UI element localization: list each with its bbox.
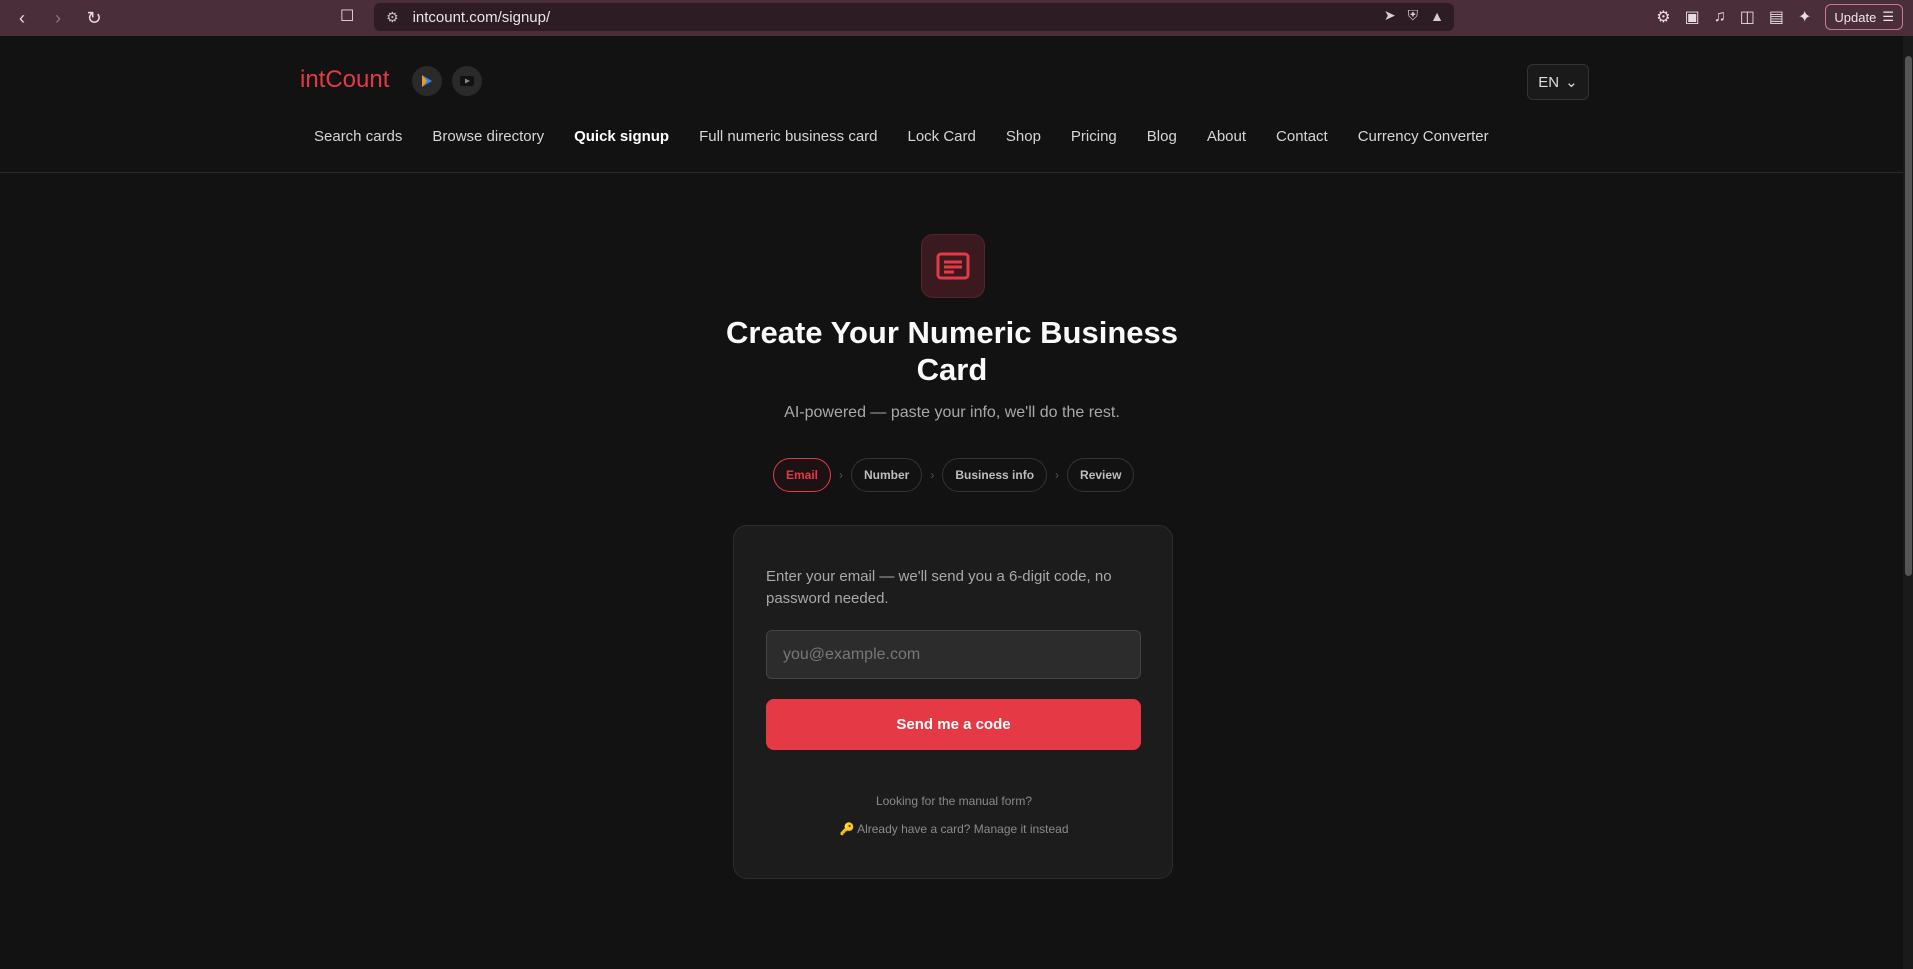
manual-form-link[interactable]: Looking for the manual form? xyxy=(734,794,1174,808)
leo-icon[interactable]: ✦ xyxy=(1798,7,1811,27)
wallet-icon[interactable]: ▤ xyxy=(1769,7,1784,27)
signup-steps: Email › Number › Business info › Review xyxy=(773,458,1135,492)
sidebar-icon[interactable]: ◫ xyxy=(1740,7,1755,27)
main-nav: Search cards Browse directory Quick sign… xyxy=(314,128,1489,145)
language-selector[interactable]: EN ⌄ xyxy=(1527,64,1589,100)
nav-blog[interactable]: Blog xyxy=(1147,128,1177,145)
scrollbar-thumb[interactable] xyxy=(1905,56,1912,576)
site-header: intCount EN ⌄ Search cards Browse direct… xyxy=(0,36,1913,173)
nav-browse-directory[interactable]: Browse directory xyxy=(432,128,544,145)
signup-card: Enter your email — we'll send you a 6-di… xyxy=(733,525,1173,879)
nav-quick-signup[interactable]: Quick signup xyxy=(574,128,669,145)
language-label: EN xyxy=(1538,73,1560,91)
screenshot-icon[interactable]: ▣ xyxy=(1685,7,1700,27)
step-email[interactable]: Email xyxy=(773,458,832,492)
rewards-icon[interactable]: ▲ xyxy=(1430,8,1444,24)
nav-about[interactable]: About xyxy=(1207,128,1246,145)
forward-icon[interactable]: › xyxy=(44,4,72,32)
email-input[interactable] xyxy=(766,630,1141,679)
nav-pricing[interactable]: Pricing xyxy=(1071,128,1117,145)
browser-toolbar: ‹ › ↻ ☐ ⚙ intcount.com/signup/ ➤ ⛨ ▲ ⚙ ▣… xyxy=(0,0,1913,36)
nav-contact[interactable]: Contact xyxy=(1276,128,1328,145)
play-store-icon[interactable] xyxy=(412,66,442,96)
nav-currency-converter[interactable]: Currency Converter xyxy=(1358,128,1489,145)
nav-full-card[interactable]: Full numeric business card xyxy=(699,128,877,145)
page-subtitle: AI-powered — paste your info, we'll do t… xyxy=(784,404,1120,421)
business-card-icon xyxy=(921,234,985,298)
send-icon[interactable]: ➤ xyxy=(1384,7,1396,24)
site-logo[interactable]: intCount xyxy=(300,66,389,94)
chevron-right-icon: › xyxy=(1055,468,1060,482)
chevron-right-icon: › xyxy=(839,468,844,482)
step-review[interactable]: Review xyxy=(1067,458,1135,492)
send-code-button[interactable]: Send me a code xyxy=(766,699,1141,750)
nav-shop[interactable]: Shop xyxy=(1006,128,1041,145)
scrollbar[interactable] xyxy=(1903,36,1913,969)
card-instructions: Enter your email — we'll send you a 6-di… xyxy=(766,568,1112,607)
address-bar[interactable]: ⚙ intcount.com/signup/ ➤ ⛨ ▲ xyxy=(374,3,1454,31)
back-icon[interactable]: ‹ xyxy=(8,4,36,32)
nav-lock-card[interactable]: Lock Card xyxy=(908,128,976,145)
extensions-icon[interactable]: ⚙ xyxy=(1656,7,1670,27)
site-info-icon[interactable]: ⚙ xyxy=(386,9,399,26)
media-icon[interactable]: ♫ xyxy=(1714,8,1726,26)
chevron-right-icon: › xyxy=(930,468,935,482)
page-title: Create Your Numeric Business Card xyxy=(726,315,1178,387)
brave-shield-icon[interactable]: ⛨ xyxy=(1408,7,1419,24)
manage-card-link[interactable]: 🔑 Already have a card? Manage it instead xyxy=(734,822,1174,836)
update-button[interactable]: Update ☰ xyxy=(1825,4,1903,30)
nav-search-cards[interactable]: Search cards xyxy=(314,128,402,145)
step-number[interactable]: Number xyxy=(851,458,923,492)
bookmark-icon[interactable]: ☐ xyxy=(340,6,354,26)
chevron-down-icon: ⌄ xyxy=(1565,74,1578,91)
update-label: Update xyxy=(1834,9,1877,25)
url-text: intcount.com/signup/ xyxy=(412,8,551,26)
step-business-info[interactable]: Business info xyxy=(942,458,1048,492)
menu-icon: ☰ xyxy=(1882,9,1894,24)
reload-icon[interactable]: ↻ xyxy=(80,4,108,32)
youtube-icon[interactable] xyxy=(452,66,482,96)
